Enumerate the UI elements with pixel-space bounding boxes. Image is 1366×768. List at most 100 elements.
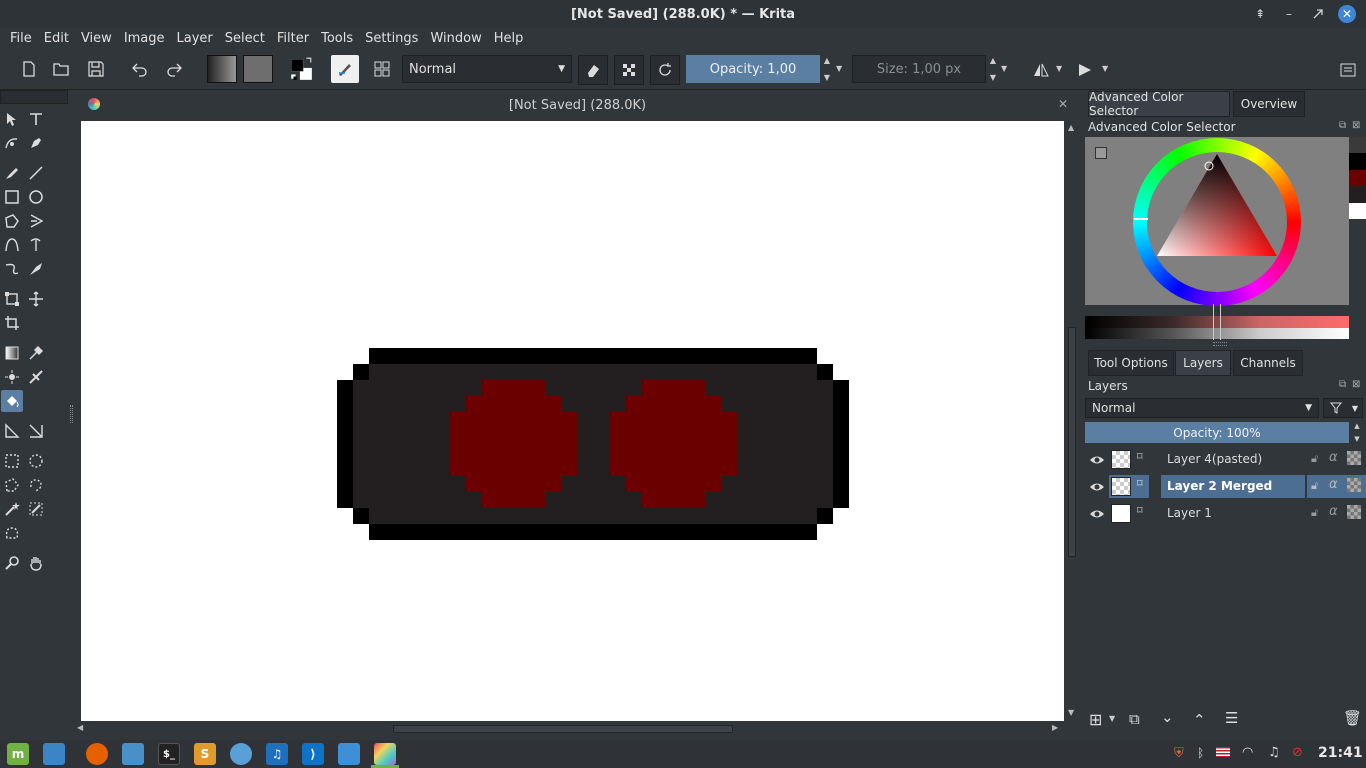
menu-help[interactable]: Help: [488, 31, 530, 46]
bezier-curve-tool[interactable]: [1, 234, 23, 256]
menu-view[interactable]: View: [75, 31, 118, 46]
open-document-button[interactable]: [46, 54, 76, 84]
float-panel-icon[interactable]: ⧉: [1339, 120, 1346, 131]
menu-window[interactable]: Window: [424, 31, 487, 46]
document-tab[interactable]: [Not Saved] (288.0K) ✕: [75, 90, 1080, 120]
wifi-icon[interactable]: ◠: [1242, 745, 1253, 760]
browser-icon[interactable]: [230, 743, 252, 765]
edit-shapes-tool[interactable]: [1, 132, 23, 154]
eye-icon[interactable]: [1089, 506, 1105, 522]
dock-splitter[interactable]: [1213, 342, 1227, 346]
layer-name[interactable]: Layer 4(pasted): [1161, 448, 1305, 471]
layer-blend-mode-select[interactable]: Normal ▼: [1085, 398, 1319, 418]
mirror-horizontal-dropdown-icon[interactable]: ▼: [1056, 64, 1062, 73]
rectangle-tool[interactable]: [1, 186, 23, 208]
close-panel-icon[interactable]: ⊠: [1352, 120, 1360, 131]
toolbox-splitter[interactable]: [70, 405, 73, 423]
smart-patch-tool[interactable]: [1, 366, 23, 388]
files-icon[interactable]: [122, 743, 144, 765]
duplicate-layer-button[interactable]: ⧉: [1129, 710, 1140, 728]
freehand-path-tool[interactable]: [25, 234, 47, 256]
tab-tool-options[interactable]: Tool Options: [1088, 350, 1174, 376]
krita-taskbar-icon[interactable]: [374, 743, 396, 765]
reload-preset-button[interactable]: [650, 55, 680, 85]
menu-tools[interactable]: Tools: [315, 31, 359, 46]
pattern-selector-button[interactable]: [243, 55, 273, 83]
vertical-scroll-thumb[interactable]: [1068, 327, 1076, 557]
layer-filter-button[interactable]: ▼: [1323, 398, 1363, 418]
layers-float-icon[interactable]: ⧉: [1339, 379, 1346, 390]
notification-icon[interactable]: ⊘: [1292, 745, 1303, 760]
measure-tool[interactable]: [1, 420, 23, 442]
scroll-right-icon[interactable]: ▶: [1052, 723, 1058, 732]
move-layer-down-button[interactable]: ⌄: [1161, 708, 1174, 726]
multibrush-tool[interactable]: [25, 258, 47, 280]
alpha-lock-icon[interactable]: α: [1329, 504, 1338, 519]
color-picker-tool[interactable]: [25, 342, 47, 364]
sublime-icon[interactable]: S: [194, 743, 216, 765]
opacity-dropdown-icon[interactable]: ▼: [836, 64, 842, 73]
contiguous-selection-tool[interactable]: [1, 498, 23, 520]
dock-menu-button[interactable]: [1333, 55, 1363, 85]
layer-row-selected[interactable]: ⌑ Layer 2 Merged 🔓︎ α: [1085, 473, 1366, 500]
workspace-chooser-button[interactable]: [367, 54, 397, 84]
eye-icon[interactable]: [1089, 452, 1105, 468]
opacity-slider[interactable]: Opacity: 1,00: [686, 55, 820, 83]
clock[interactable]: 21:41: [1318, 745, 1363, 761]
size-slider[interactable]: Size: 1,00 px: [852, 55, 986, 83]
rectangular-selection-tool[interactable]: [1, 450, 23, 472]
move-layer-up-button[interactable]: ⌃: [1193, 711, 1206, 729]
size-spinner[interactable]: ▲ ▼: [987, 56, 999, 82]
calligraphy-tool[interactable]: [25, 132, 47, 154]
zoom-tool[interactable]: [1, 552, 23, 574]
transform-tool[interactable]: [1, 288, 23, 310]
inherit-alpha-icon[interactable]: [1347, 478, 1361, 492]
keyboard-layout-icon[interactable]: [1216, 747, 1230, 757]
tab-overview[interactable]: Overview: [1233, 91, 1305, 117]
new-document-button[interactable]: [14, 54, 44, 84]
lock-icon[interactable]: 🔓︎: [1311, 479, 1318, 493]
close-button[interactable]: ✕: [1338, 5, 1356, 23]
alpha-lock-icon[interactable]: α: [1329, 450, 1338, 465]
eye-icon[interactable]: [1089, 479, 1105, 495]
sound-icon[interactable]: ♫: [1268, 745, 1280, 760]
add-layer-chevron-icon[interactable]: ▼: [1109, 714, 1115, 723]
color-history-strip[interactable]: [1349, 137, 1366, 220]
gradient-selector-button[interactable]: [207, 55, 237, 83]
saturation-value-triangle[interactable]: [1133, 138, 1301, 306]
close-document-icon[interactable]: ✕: [1058, 97, 1068, 111]
dynamic-brush-tool[interactable]: [1, 258, 23, 280]
tab-advanced-color-selector[interactable]: Advanced Color Selector: [1088, 90, 1230, 118]
horizontal-scrollbar[interactable]: ◀ ▶: [75, 721, 1064, 737]
terminal-icon[interactable]: $_: [158, 743, 180, 765]
color-selector-settings-icon[interactable]: [1095, 147, 1107, 159]
redo-button[interactable]: [159, 54, 189, 84]
delete-layer-button[interactable]: 🗑︎: [1343, 709, 1362, 727]
keep-above-icon[interactable]: ⇞: [1250, 4, 1270, 24]
polyline-tool[interactable]: [25, 210, 47, 232]
reference-images-tool[interactable]: [25, 420, 47, 442]
save-button[interactable]: [81, 54, 111, 84]
gradient-tool[interactable]: [1, 342, 23, 364]
layer-properties-button[interactable]: ☰: [1225, 709, 1238, 727]
mint-menu-icon[interactable]: m: [7, 743, 29, 765]
inherit-alpha-icon[interactable]: [1347, 505, 1361, 519]
vscode-icon[interactable]: ⟩: [302, 743, 324, 765]
fg-bg-color-button[interactable]: [286, 54, 316, 84]
menu-image[interactable]: Image: [118, 31, 171, 46]
layer-row[interactable]: ⌑ Layer 4(pasted) 🔓︎ α: [1085, 446, 1366, 473]
size-dropdown-icon[interactable]: ▼: [1001, 64, 1007, 73]
opacity-spinner[interactable]: ▲ ▼: [821, 56, 833, 82]
menu-filter[interactable]: Filter: [271, 31, 315, 46]
scroll-down-icon[interactable]: ▼: [1068, 708, 1074, 717]
move-tool[interactable]: [25, 288, 47, 310]
scroll-up-icon[interactable]: ▲: [1068, 123, 1074, 132]
brush-preset-button[interactable]: [331, 55, 359, 83]
vertical-scrollbar[interactable]: ▲ ▼: [1064, 121, 1080, 721]
add-layer-button[interactable]: ⊞: [1089, 710, 1102, 729]
elliptical-selection-tool[interactable]: [25, 450, 47, 472]
polygonal-selection-tool[interactable]: [1, 474, 23, 496]
mirror-vertical-dropdown-icon[interactable]: ▼: [1102, 64, 1108, 73]
select-shapes-tool[interactable]: [1, 108, 23, 130]
color-selector-area[interactable]: [1085, 137, 1349, 306]
